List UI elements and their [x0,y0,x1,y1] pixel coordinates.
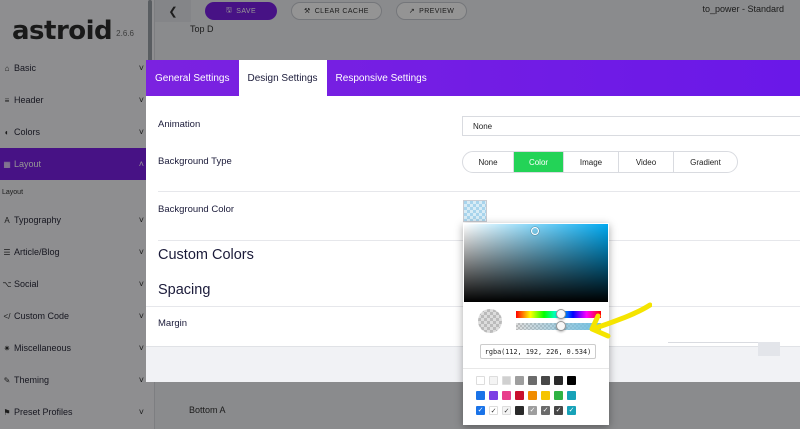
divider [463,368,609,369]
color-swatch[interactable]: ✓ [476,406,485,415]
color-swatch[interactable] [554,391,563,400]
check-icon: ✓ [490,408,497,415]
divider [158,191,800,192]
color-swatch[interactable] [489,376,498,385]
custom-colors-heading: Custom Colors [158,247,254,263]
color-swatch[interactable] [502,391,511,400]
color-swatch[interactable] [515,391,524,400]
color-swatch[interactable] [554,376,563,385]
check-icon: ✓ [568,407,575,414]
color-swatch[interactable] [528,391,537,400]
color-swatch[interactable] [502,376,511,385]
tab-design-settings[interactable]: Design Settings [238,60,327,96]
modal-tabs: General Settings Design Settings Respons… [146,60,800,96]
tab-responsive-settings[interactable]: Responsive Settings [327,60,436,96]
hue-slider-handle[interactable] [556,309,567,319]
bg-type-option-video[interactable]: Video [619,152,674,172]
animation-select[interactable]: None [462,116,800,136]
color-swatch[interactable]: ✓ [567,406,576,415]
yellow-arrow-icon [589,302,652,339]
color-swatch[interactable] [567,376,576,385]
check-icon: ✓ [503,408,510,415]
color-swatch[interactable] [476,376,485,385]
color-swatch[interactable]: ✓ [541,406,550,415]
footer-button[interactable] [758,342,780,356]
margin-field-line [668,342,768,343]
color-swatch[interactable]: ✓ [502,406,511,415]
saturation-area[interactable] [464,224,608,302]
bg-color-swatch[interactable] [463,200,487,222]
color-swatch[interactable] [476,391,485,400]
bg-type-option-none[interactable]: None [463,152,514,172]
tab-general-settings[interactable]: General Settings [146,60,239,96]
check-icon: ✓ [529,407,536,414]
color-swatch[interactable]: ✓ [554,406,563,415]
color-preview [478,309,502,333]
color-swatch[interactable]: ✓ [528,406,537,415]
color-swatch[interactable] [515,406,524,415]
color-swatch[interactable]: ✓ [489,406,498,415]
check-icon: ✓ [477,407,484,414]
color-value-input[interactable]: rgba(112, 192, 226, 0.534) [480,344,596,359]
spacing-heading: Spacing [158,282,211,298]
color-swatch[interactable] [528,376,537,385]
color-swatch[interactable] [541,376,550,385]
saturation-handle[interactable] [531,227,539,235]
check-icon: ✓ [542,407,549,414]
swatch-palette: ✓ ✓ ✓ ✓ ✓ ✓ ✓ [476,376,576,415]
color-swatch[interactable] [541,391,550,400]
color-swatch[interactable] [489,391,498,400]
bg-type-option-gradient[interactable]: Gradient [674,152,737,172]
color-swatch[interactable] [567,391,576,400]
bg-type-option-image[interactable]: Image [564,152,619,172]
color-swatch[interactable] [515,376,524,385]
bg-type-selector: None Color Image Video Gradient [462,151,738,173]
check-icon: ✓ [555,407,562,414]
bg-type-option-color[interactable]: Color [514,152,564,172]
